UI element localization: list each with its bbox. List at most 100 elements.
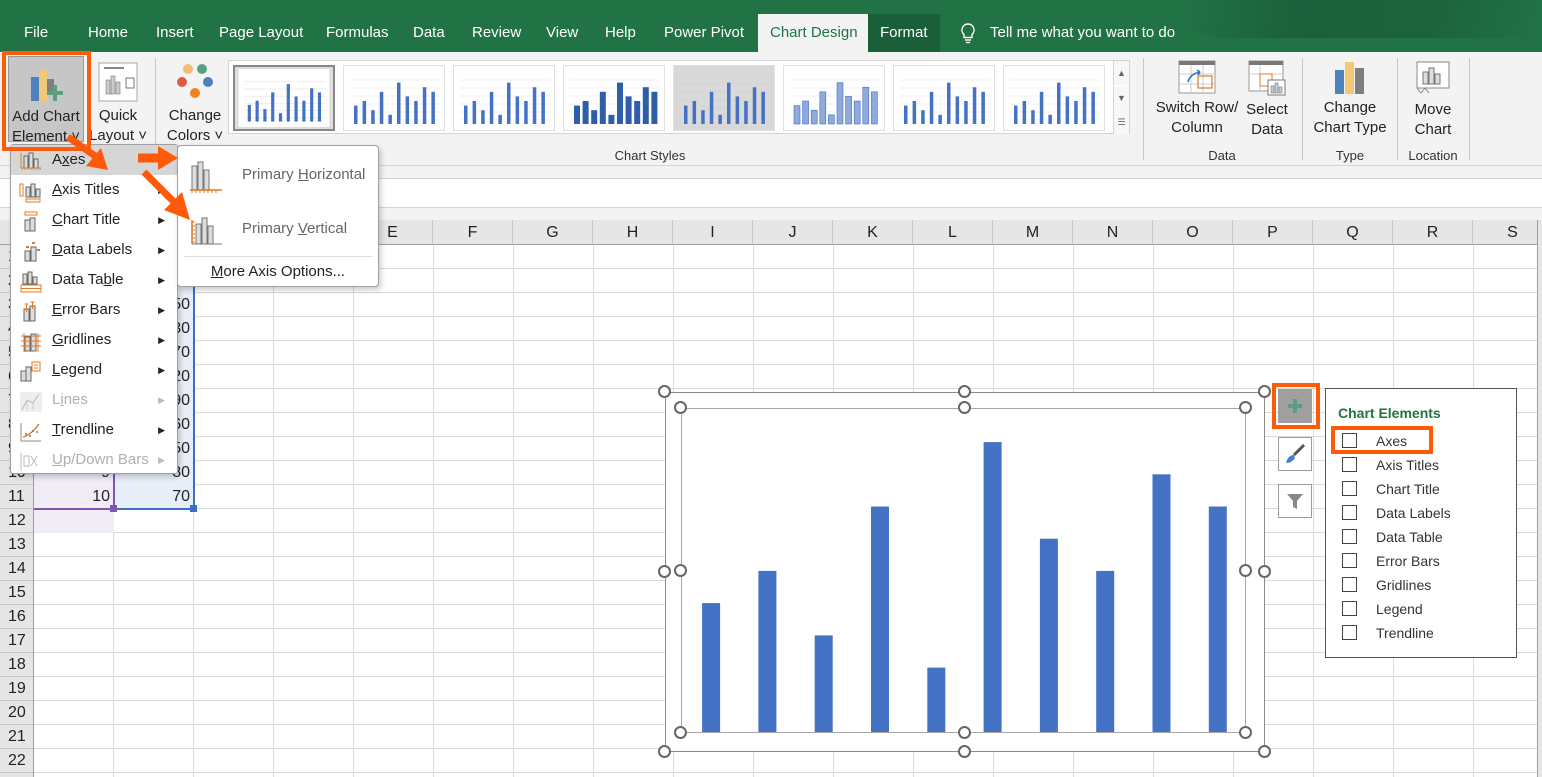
tab-page-layout[interactable]: Page Layout — [207, 14, 315, 52]
chart-styles-button[interactable] — [1278, 437, 1312, 471]
menu-item-axis-titles[interactable]: Axis Titles ▶ — [11, 175, 177, 205]
bar-6[interactable] — [983, 442, 1002, 732]
row-header-16[interactable]: 16 — [0, 605, 33, 629]
resize-handle[interactable] — [658, 385, 671, 398]
column-header-m[interactable]: M — [993, 220, 1073, 244]
checkbox-box[interactable] — [1342, 529, 1357, 544]
primary-vertical-axis-option[interactable]: Primary Vertical — [178, 208, 378, 254]
resize-handle[interactable] — [1239, 564, 1252, 577]
tab-format[interactable]: Format — [868, 14, 940, 52]
gallery-expand-button[interactable]: ☰ — [1113, 110, 1129, 134]
gallery-scroll-up-button[interactable]: ▲ — [1113, 61, 1129, 85]
row-header-11[interactable]: 11 — [0, 485, 33, 509]
row-header-13[interactable]: 13 — [0, 533, 33, 557]
chart-style-thumbnail[interactable] — [453, 65, 555, 131]
checkbox-box[interactable] — [1342, 481, 1357, 496]
bar-5[interactable] — [927, 667, 946, 732]
column-header-k[interactable]: K — [833, 220, 913, 244]
row-header-22[interactable]: 22 — [0, 749, 33, 773]
select-data-button[interactable]: Select Data — [1243, 60, 1291, 140]
bar-1[interactable] — [702, 603, 721, 732]
column-header-g[interactable]: G — [513, 220, 593, 244]
resize-handle[interactable] — [674, 564, 687, 577]
menu-item-legend[interactable]: Legend ▶ — [11, 355, 177, 385]
column-header-n[interactable]: N — [1073, 220, 1153, 244]
tab-chart-design[interactable]: Chart Design — [758, 14, 870, 52]
cell-b11[interactable]: 70 — [114, 485, 194, 509]
row-header-20[interactable]: 20 — [0, 701, 33, 725]
move-chart-button[interactable]: Move Chart — [1402, 60, 1464, 140]
row-header-19[interactable]: 19 — [0, 677, 33, 701]
resize-handle[interactable] — [1258, 385, 1271, 398]
bar-9[interactable] — [1152, 474, 1171, 732]
tab-power-pivot[interactable]: Power Pivot — [652, 14, 756, 52]
row-header-15[interactable]: 15 — [0, 581, 33, 605]
tab-view[interactable]: View — [534, 14, 590, 52]
resize-handle[interactable] — [674, 726, 687, 739]
primary-horizontal-axis-option[interactable]: Primary Horizontal — [178, 154, 378, 200]
resize-handle[interactable] — [958, 385, 971, 398]
column-header-r[interactable]: R — [1393, 220, 1473, 244]
resize-handle[interactable] — [674, 401, 687, 414]
resize-handle[interactable] — [1239, 401, 1252, 414]
checkbox-box[interactable] — [1342, 457, 1357, 472]
column-header-h[interactable]: H — [593, 220, 673, 244]
resize-handle[interactable] — [958, 401, 971, 414]
column-header-q[interactable]: Q — [1313, 220, 1393, 244]
row-header-18[interactable]: 18 — [0, 653, 33, 677]
chart-style-thumbnail[interactable] — [563, 65, 665, 131]
bar-10[interactable] — [1208, 506, 1227, 733]
menu-item-data-table[interactable]: Data Table ▶ — [11, 265, 177, 295]
chart-style-thumbnail[interactable] — [343, 65, 445, 131]
chart-style-thumbnail[interactable] — [1003, 65, 1105, 131]
change-chart-type-button[interactable]: Change Chart Type — [1306, 60, 1394, 140]
checkbox-box[interactable] — [1342, 505, 1357, 520]
vertical-scrollbar[interactable] — [1537, 220, 1542, 777]
menu-item-data-labels[interactable]: Data Labels ▶ — [11, 235, 177, 265]
checkbox-box[interactable] — [1342, 625, 1357, 640]
menu-item-trendline[interactable]: Trendline ▶ — [11, 415, 177, 445]
column-header-l[interactable]: L — [913, 220, 993, 244]
checkbox-box[interactable] — [1342, 577, 1357, 592]
tell-me-search[interactable]: Tell me what you want to do — [958, 14, 1175, 52]
row-header-12[interactable]: 12 — [0, 509, 33, 533]
more-axis-options[interactable]: More Axis Options... — [178, 260, 378, 284]
chart-style-thumbnail[interactable] — [673, 65, 775, 131]
bar-8[interactable] — [1096, 570, 1115, 732]
resize-handle[interactable] — [958, 745, 971, 758]
chart-style-thumbnail[interactable] — [783, 65, 885, 131]
menu-item-up-down-bars[interactable]: Up/Down Bars ▶ — [11, 445, 177, 475]
chart-filters-button[interactable] — [1278, 484, 1312, 518]
plot-area[interactable] — [681, 408, 1246, 733]
tab-home[interactable]: Home — [76, 14, 140, 52]
menu-item-error-bars[interactable]: Error Bars ▶ — [11, 295, 177, 325]
tab-insert[interactable]: Insert — [144, 14, 206, 52]
column-header-j[interactable]: J — [753, 220, 833, 244]
resize-handle[interactable] — [958, 726, 971, 739]
tab-review[interactable]: Review — [460, 14, 533, 52]
column-header-o[interactable]: O — [1153, 220, 1233, 244]
column-header-p[interactable]: P — [1233, 220, 1313, 244]
resize-handle[interactable] — [1239, 726, 1252, 739]
tab-formulas[interactable]: Formulas — [314, 14, 401, 52]
tab-data[interactable]: Data — [401, 14, 457, 52]
bar-4[interactable] — [871, 506, 889, 733]
resize-handle[interactable] — [658, 745, 671, 758]
gallery-scroll-down-button[interactable]: ▼ — [1113, 86, 1129, 110]
menu-item-gridlines[interactable]: Gridlines ▶ — [11, 325, 177, 355]
bar-2[interactable] — [758, 570, 777, 732]
tab-file[interactable]: File — [12, 14, 60, 52]
menu-item-chart-title[interactable]: Chart Title ▶ — [11, 205, 177, 235]
column-header-s[interactable]: S — [1473, 220, 1542, 244]
switch-row-column-button[interactable]: Switch Row/ Column — [1152, 60, 1242, 140]
chart-style-thumbnail[interactable] — [893, 65, 995, 131]
row-header-21[interactable]: 21 — [0, 725, 33, 749]
bar-7[interactable] — [1039, 538, 1058, 732]
resize-handle[interactable] — [658, 565, 671, 578]
checkbox-box[interactable] — [1342, 553, 1357, 568]
resize-handle[interactable] — [1258, 745, 1271, 758]
checkbox-box[interactable] — [1342, 601, 1357, 616]
chart-style-thumbnail[interactable] — [233, 65, 335, 131]
quick-layout-button[interactable]: Quick Layout ˅ — [88, 56, 148, 144]
change-colors-button[interactable]: Change Colors ˅ — [162, 56, 228, 144]
